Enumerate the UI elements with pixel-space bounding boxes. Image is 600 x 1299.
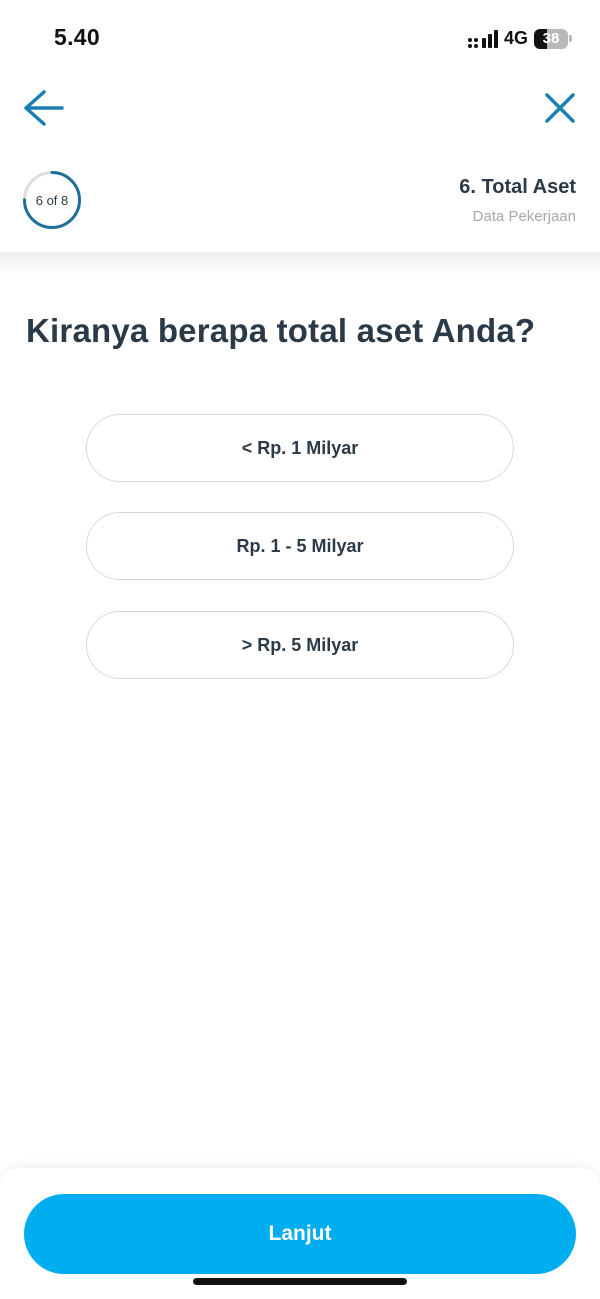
battery-tip — [569, 35, 572, 42]
close-button[interactable] — [542, 90, 578, 126]
option-label: < Rp. 1 Milyar — [241, 437, 359, 458]
close-icon — [545, 93, 575, 123]
status-indicators: 4G 38 — [467, 28, 572, 49]
option-label: > Rp. 5 Milyar — [241, 634, 359, 655]
step-subtitle: Data Pekerjaan — [472, 208, 576, 225]
continue-label: Lanjut — [268, 1222, 332, 1245]
status-bar: 5.40 4G 38 — [0, 0, 600, 78]
battery-icon: 38 — [534, 28, 568, 49]
screen: 5.40 4G 38 6 of 8 6. Total Aset Data Pek… — [0, 0, 600, 1299]
option-label: Rp. 1 - 5 Milyar — [236, 535, 364, 556]
step-counter: 6 of 8 — [35, 192, 69, 208]
battery-level: 38 — [542, 30, 560, 47]
option-less-than-1-milyar[interactable]: < Rp. 1 Milyar — [86, 414, 514, 482]
option-1-to-5-milyar[interactable]: Rp. 1 - 5 Milyar — [86, 512, 514, 580]
header-shadow — [0, 252, 600, 276]
status-time: 5.40 — [54, 24, 100, 50]
arrow-left-icon — [24, 90, 64, 126]
network-label: 4G — [503, 28, 528, 48]
back-button[interactable] — [22, 88, 66, 128]
home-indicator[interactable] — [193, 1278, 407, 1285]
step-header: 6 of 8 6. Total Aset Data Pekerjaan — [0, 150, 600, 254]
option-more-than-5-milyar[interactable]: > Rp. 5 Milyar — [86, 611, 514, 679]
signal-icon — [467, 29, 498, 48]
question-title: Kiranya berapa total aset Anda? — [26, 312, 536, 349]
step-title: 6. Total Aset — [459, 176, 576, 198]
continue-button[interactable]: Lanjut — [24, 1194, 576, 1274]
